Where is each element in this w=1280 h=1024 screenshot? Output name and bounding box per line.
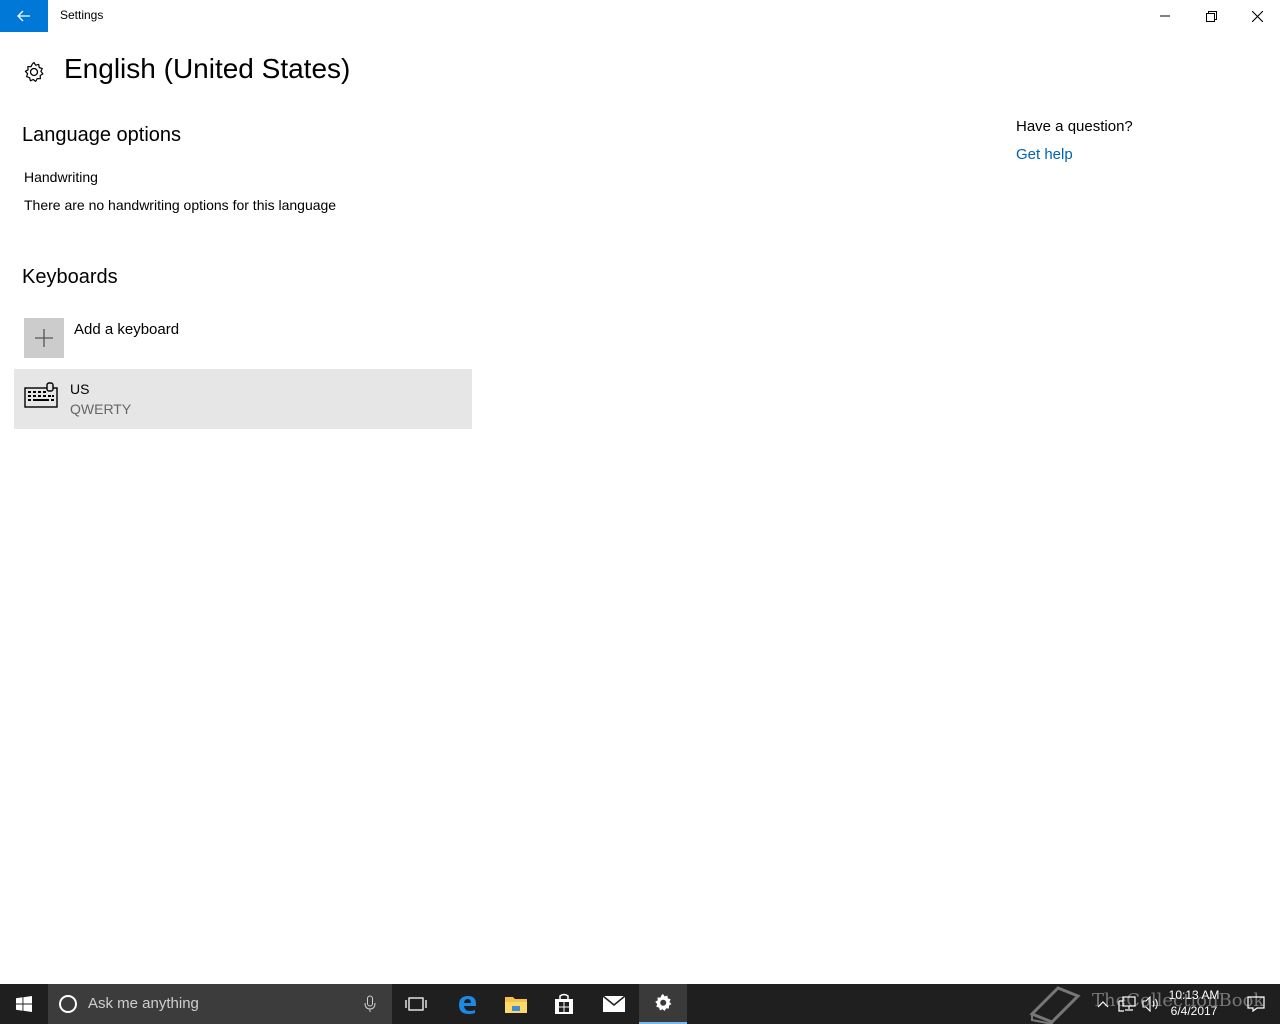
restore-button[interactable]: [1188, 0, 1234, 32]
action-center-button[interactable]: [1232, 984, 1280, 1024]
store-icon: [555, 993, 573, 1014]
settings-taskbar-button[interactable]: [639, 984, 687, 1024]
maximize-icon: [1205, 10, 1217, 22]
edge-icon: [459, 996, 476, 1014]
edge-button[interactable]: [443, 984, 491, 1024]
network-icon: [1118, 996, 1136, 1012]
cortana-icon: [59, 995, 77, 1013]
keyboard-icon: [24, 382, 58, 408]
minimize-icon: [1160, 15, 1170, 17]
book-icon: [1029, 986, 1081, 1024]
mail-icon: [602, 995, 626, 1012]
window-title: Settings: [60, 8, 104, 22]
plus-tile: [24, 318, 64, 358]
settings-icon: [655, 994, 672, 1011]
notification-icon: [1247, 996, 1265, 1012]
taskbar: Ask me anything TheCollectionBook 10:13 …: [0, 984, 1280, 1024]
microphone-icon[interactable]: [363, 995, 377, 1013]
file-explorer-icon: [505, 997, 527, 1013]
minimize-button[interactable]: [1142, 0, 1188, 32]
title-bar: Settings: [0, 0, 1280, 32]
store-button[interactable]: [540, 984, 588, 1024]
keyboards-heading: Keyboards: [22, 266, 118, 288]
plus-icon: [35, 329, 53, 347]
clock-time: 10:13 AM: [1168, 988, 1220, 1002]
page-title: English (United States): [64, 53, 351, 84]
task-view-icon: [405, 997, 427, 1011]
search-placeholder: Ask me anything: [88, 995, 199, 1012]
mail-button[interactable]: [590, 984, 638, 1024]
chevron-up-icon: [1097, 1001, 1109, 1008]
start-button[interactable]: [0, 984, 48, 1024]
get-help-link[interactable]: Get help: [1016, 146, 1073, 163]
search-box[interactable]: Ask me anything: [48, 984, 392, 1024]
keyboard-layout: QWERTY: [70, 401, 132, 417]
network-button[interactable]: [1116, 984, 1138, 1024]
handwriting-label: Handwriting: [24, 169, 98, 185]
keyboard-name: US: [70, 381, 90, 397]
keyboard-item-us[interactable]: US QWERTY: [14, 369, 472, 429]
clock-date: 6/4/2017: [1170, 1004, 1218, 1018]
clock[interactable]: 10:13 AM 6/4/2017: [1158, 987, 1230, 1019]
task-view-button[interactable]: [392, 984, 440, 1024]
back-arrow-icon: [17, 10, 30, 22]
close-button[interactable]: [1234, 0, 1280, 32]
close-icon: [1251, 10, 1263, 22]
add-keyboard-label: Add a keyboard: [74, 321, 180, 338]
back-button[interactable]: [0, 0, 48, 32]
handwriting-description: There are no handwriting options for thi…: [24, 197, 337, 213]
windows-logo-icon: [16, 996, 32, 1012]
help-question: Have a question?: [1016, 118, 1133, 135]
language-options-heading: Language options: [22, 124, 182, 146]
show-hidden-icons-button[interactable]: [1094, 984, 1112, 1024]
file-explorer-button[interactable]: [492, 984, 540, 1024]
gear-icon: [24, 61, 44, 82]
add-keyboard-button[interactable]: Add a keyboard: [24, 318, 444, 360]
